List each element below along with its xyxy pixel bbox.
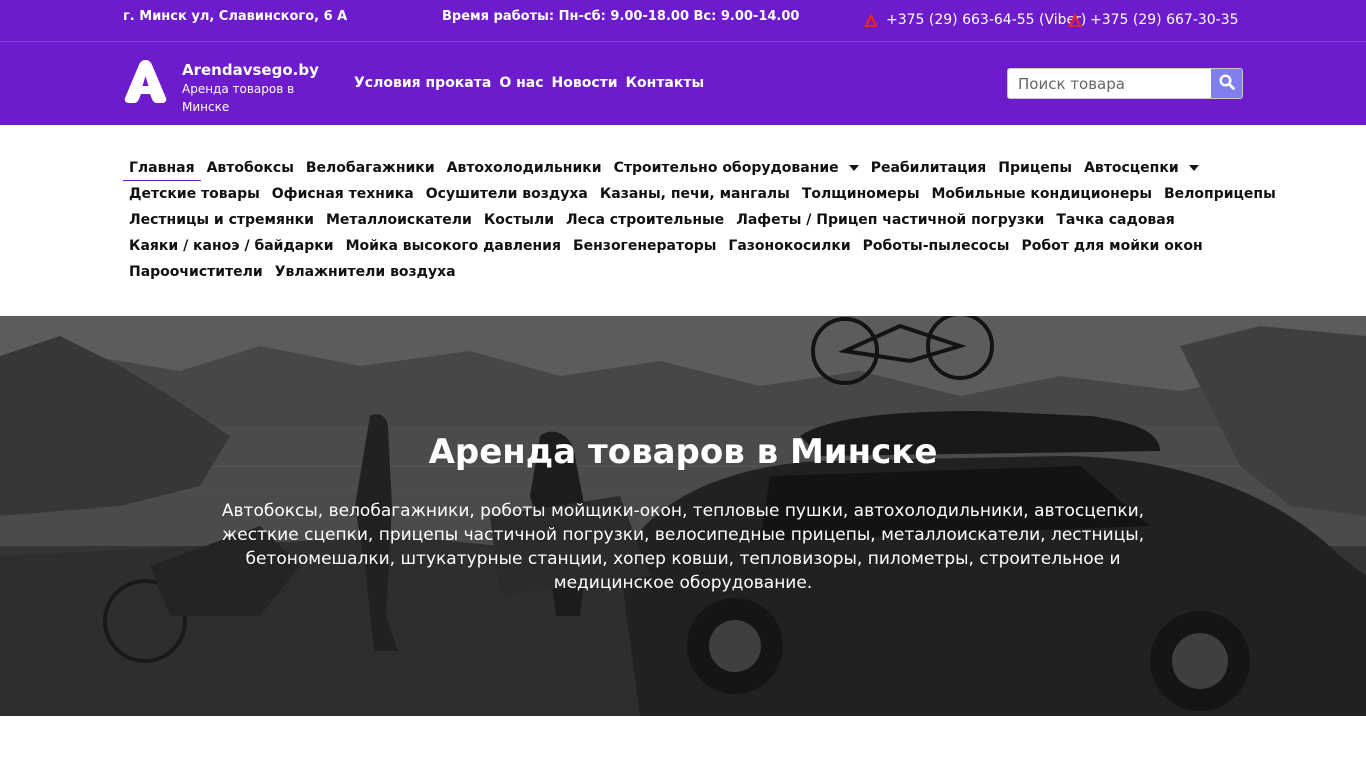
category-wheelbarrow[interactable]: Тачка садовая bbox=[1050, 207, 1180, 233]
category-label: Велоприцепы bbox=[1164, 186, 1276, 202]
brand-name[interactable]: Arendavsego.by bbox=[182, 61, 319, 79]
category-label: Автосцепки bbox=[1084, 160, 1179, 176]
category-trailers[interactable]: Прицепы bbox=[992, 155, 1078, 181]
operator-icon bbox=[1068, 13, 1082, 27]
phone-number: +375 (29) 663-64-55 (Viber) bbox=[886, 12, 1087, 28]
search-form bbox=[1007, 68, 1243, 99]
search-icon bbox=[1218, 74, 1235, 93]
category-crutches[interactable]: Костыли bbox=[478, 207, 560, 233]
category-row: Главная Автобоксы Велобагажники Автохоло… bbox=[123, 155, 1243, 181]
chevron-down-icon bbox=[848, 165, 859, 171]
category-thickness-gauges[interactable]: Толщиномеры bbox=[796, 181, 926, 207]
category-dehumidifiers[interactable]: Осушители воздуха bbox=[420, 181, 594, 207]
category-label: Увлажнители воздуха bbox=[274, 264, 456, 280]
phone-link-second[interactable]: +375 (29) 667-30-35 bbox=[1068, 12, 1239, 28]
category-label: Тачка садовая bbox=[1056, 212, 1175, 228]
category-label: Робот для мойки окон bbox=[1021, 238, 1203, 254]
main-nav: Условия проката О нас Новости Контакты bbox=[354, 75, 704, 91]
category-label: Офисная техника bbox=[271, 186, 414, 202]
nav-news[interactable]: Новости bbox=[552, 75, 618, 91]
category-label: Пароочистители bbox=[129, 264, 263, 280]
category-towbars[interactable]: Автосцепки bbox=[1078, 155, 1205, 181]
hero-banner: Аренда товаров в Минске Автобоксы, велоб… bbox=[0, 316, 1366, 716]
category-label: Автохолодильники bbox=[446, 160, 602, 176]
category-label: Автобоксы bbox=[206, 160, 294, 176]
nav-rental-terms[interactable]: Условия проката bbox=[354, 75, 491, 91]
category-cauldrons[interactable]: Казаны, печи, мангалы bbox=[594, 181, 796, 207]
category-label: Главная bbox=[129, 160, 195, 176]
phone-number: +375 (29) 667-30-35 bbox=[1090, 12, 1239, 28]
category-car-fridges[interactable]: Автохолодильники bbox=[441, 155, 608, 181]
category-robot-vacuums[interactable]: Роботы-пылесосы bbox=[857, 233, 1016, 259]
phone-link-viber[interactable]: +375 (29) 663-64-55 (Viber) bbox=[864, 12, 1086, 28]
category-kayaks[interactable]: Каяки / каноэ / байдарки bbox=[123, 233, 340, 259]
category-label: Леса строительные bbox=[566, 212, 725, 228]
category-home[interactable]: Главная bbox=[123, 155, 201, 181]
category-label: Реабилитация bbox=[870, 160, 987, 176]
nav-about[interactable]: О нас bbox=[499, 75, 543, 91]
site-header: Arendavsego.by Аренда товаров в Минске У… bbox=[0, 42, 1366, 125]
nav-contacts[interactable]: Контакты bbox=[626, 75, 705, 91]
category-label: Газонокосилки bbox=[728, 238, 851, 254]
working-hours-text: Время работы: Пн-сб: 9.00-18.00 Вс: 9.00… bbox=[442, 9, 800, 24]
category-humidifiers[interactable]: Увлажнители воздуха bbox=[269, 259, 462, 285]
category-label: Бензогенераторы bbox=[572, 238, 717, 254]
search-button[interactable] bbox=[1211, 68, 1243, 99]
category-bike-racks[interactable]: Велобагажники bbox=[300, 155, 441, 181]
category-rehabilitation[interactable]: Реабилитация bbox=[865, 155, 993, 181]
logo-a-icon[interactable] bbox=[123, 58, 168, 103]
category-metal-detectors[interactable]: Металлоискатели bbox=[320, 207, 478, 233]
category-row: Каяки / каноэ / байдарки Мойка высокого … bbox=[123, 233, 1243, 259]
category-label: Осушители воздуха bbox=[425, 186, 588, 202]
category-label: Костыли bbox=[483, 212, 555, 228]
operator-icon bbox=[864, 13, 878, 27]
category-construction[interactable]: Строительно оборудование bbox=[608, 155, 865, 181]
category-label: Детские товары bbox=[129, 186, 260, 202]
category-kids[interactable]: Детские товары bbox=[123, 181, 266, 207]
category-label: Строительно оборудование bbox=[613, 160, 839, 176]
category-scaffolding[interactable]: Леса строительные bbox=[560, 207, 730, 233]
category-label: Лестницы и стремянки bbox=[129, 212, 314, 228]
top-info-bar: г. Минск ул, Славинского, 6 А Время рабо… bbox=[0, 0, 1366, 42]
category-label: Мойка высокого давления bbox=[345, 238, 561, 254]
category-row: Детские товары Офисная техника Осушители… bbox=[123, 181, 1276, 207]
category-label: Металлоискатели bbox=[325, 212, 472, 228]
category-pressure-washers[interactable]: Мойка высокого давления bbox=[340, 233, 567, 259]
category-office[interactable]: Офисная техника bbox=[266, 181, 420, 207]
category-bike-trailers[interactable]: Велоприцепы bbox=[1158, 181, 1282, 207]
chevron-down-icon bbox=[1188, 165, 1199, 171]
category-ladders[interactable]: Лестницы и стремянки bbox=[123, 207, 320, 233]
category-label: Каяки / каноэ / байдарки bbox=[129, 238, 334, 254]
category-air-conditioners[interactable]: Мобильные кондиционеры bbox=[925, 181, 1158, 207]
category-label: Прицепы bbox=[998, 160, 1073, 176]
hero-title: Аренда товаров в Минске bbox=[428, 432, 938, 472]
search-input[interactable] bbox=[1007, 68, 1211, 99]
category-label: Казаны, печи, мангалы bbox=[599, 186, 790, 202]
category-label: Велобагажники bbox=[305, 160, 435, 176]
category-row: Лестницы и стремянки Металлоискатели Кос… bbox=[123, 207, 1243, 233]
category-lawn-mowers[interactable]: Газонокосилки bbox=[722, 233, 856, 259]
category-steam-cleaners[interactable]: Пароочистители bbox=[123, 259, 269, 285]
category-label: Роботы-пылесосы bbox=[862, 238, 1010, 254]
category-row: Пароочистители Увлажнители воздуха bbox=[123, 259, 1243, 285]
category-label: Толщиномеры bbox=[801, 186, 920, 202]
category-generators[interactable]: Бензогенераторы bbox=[567, 233, 722, 259]
category-nav: Главная Автобоксы Велобагажники Автохоло… bbox=[123, 155, 1276, 285]
category-label: Мобильные кондиционеры bbox=[931, 186, 1152, 202]
category-window-robots[interactable]: Робот для мойки окон bbox=[1015, 233, 1208, 259]
category-autoboxes[interactable]: Автобоксы bbox=[201, 155, 300, 181]
category-label: Лафеты / Прицеп частичной погрузки bbox=[736, 212, 1045, 228]
address-text: г. Минск ул, Славинского, 6 А bbox=[123, 9, 348, 24]
hero-description: Автобоксы, велобагажники, роботы мойщики… bbox=[221, 501, 1145, 593]
category-car-carriers[interactable]: Лафеты / Прицеп частичной погрузки bbox=[730, 207, 1050, 233]
brand-tagline: Аренда товаров в Минске bbox=[182, 82, 295, 114]
